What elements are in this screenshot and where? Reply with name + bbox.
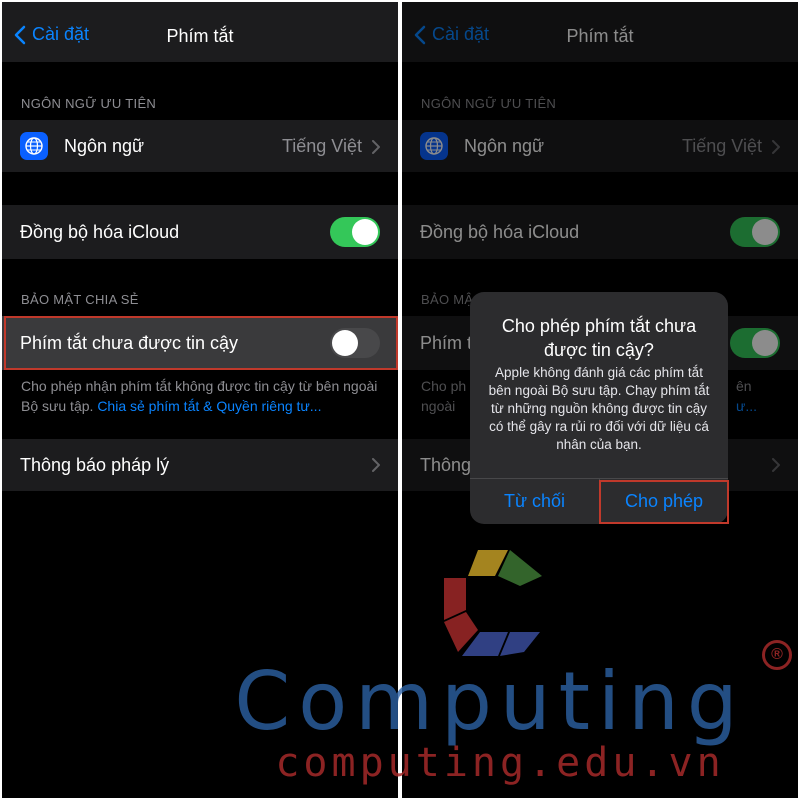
chevron-right-icon: [372, 458, 380, 472]
alert-title: Cho phép phím tắt chưa được tin cậy?: [501, 316, 697, 360]
settings-screen-left: Cài đặt Phím tắt NGÔN NGỮ ƯU TIÊN Ngôn n…: [2, 2, 398, 798]
icloud-sync-label: Đồng bộ hóa iCloud: [20, 222, 180, 242]
allow-button[interactable]: Cho phép: [600, 479, 728, 524]
untrusted-shortcuts-row: Phím tắt chưa được tin cậy: [2, 316, 398, 370]
settings-screen-right: Cài đặt Phím tắt NGÔN NGỮ ƯU TIÊN Ngôn n…: [402, 2, 798, 798]
untrusted-shortcuts-toggle[interactable]: [330, 328, 380, 358]
language-row[interactable]: Ngôn ngữ Tiếng Việt: [2, 120, 398, 172]
toggle-knob: [352, 219, 378, 245]
globe-icon: [20, 132, 48, 160]
page-title: Phím tắt: [166, 26, 234, 46]
icloud-sync-toggle[interactable]: [330, 217, 380, 247]
section-header-preferred-language: NGÔN NGỮ ƯU TIÊN: [21, 96, 157, 111]
legal-notice-row[interactable]: Thông báo pháp lý: [2, 439, 398, 491]
legal-notice-label: Thông báo pháp lý: [20, 455, 170, 475]
language-value: Tiếng Việt: [281, 136, 362, 156]
untrusted-shortcuts-label: Phím tắt chưa được tin cậy: [20, 333, 238, 353]
icloud-sync-row: Đồng bộ hóa iCloud: [2, 205, 398, 259]
privacy-link[interactable]: Chia sẻ phím tắt & Quyền riêng tư...: [97, 398, 321, 414]
untrusted-footer-text: Cho phép nhận phím tắt không được tin cậ…: [21, 376, 381, 416]
toggle-knob: [332, 330, 358, 356]
language-label: Ngôn ngữ: [64, 136, 145, 156]
alert-message: Apple không đánh giá các phím tắt bên ng…: [488, 365, 710, 452]
deny-button[interactable]: Từ chối: [470, 479, 599, 524]
section-header-sharing-security: BẢO MẬT CHIA SẺ: [21, 292, 139, 307]
untrusted-shortcut-alert: Cho phép phím tắt chưa được tin cậy? App…: [470, 292, 728, 524]
chevron-right-icon: [372, 140, 380, 154]
navigation-bar: Cài đặt Phím tắt: [2, 2, 398, 62]
